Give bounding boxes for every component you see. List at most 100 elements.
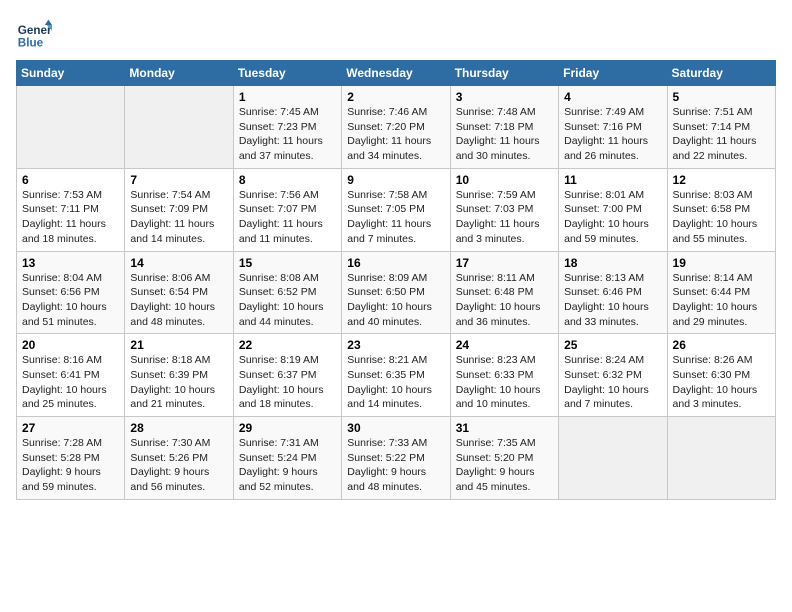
day-info: Sunrise: 8:21 AMSunset: 6:35 PMDaylight:… xyxy=(347,353,444,412)
day-info: Sunrise: 7:33 AMSunset: 5:22 PMDaylight:… xyxy=(347,436,444,495)
calendar-cell: 13Sunrise: 8:04 AMSunset: 6:56 PMDayligh… xyxy=(17,251,125,334)
day-number: 31 xyxy=(456,421,553,435)
calendar-cell: 2Sunrise: 7:46 AMSunset: 7:20 PMDaylight… xyxy=(342,86,450,169)
calendar-cell: 18Sunrise: 8:13 AMSunset: 6:46 PMDayligh… xyxy=(559,251,667,334)
calendar-cell: 5Sunrise: 7:51 AMSunset: 7:14 PMDaylight… xyxy=(667,86,775,169)
day-number: 9 xyxy=(347,173,444,187)
day-number: 25 xyxy=(564,338,661,352)
week-row-2: 6Sunrise: 7:53 AMSunset: 7:11 PMDaylight… xyxy=(17,168,776,251)
calendar-cell: 15Sunrise: 8:08 AMSunset: 6:52 PMDayligh… xyxy=(233,251,341,334)
week-row-1: 1Sunrise: 7:45 AMSunset: 7:23 PMDaylight… xyxy=(17,86,776,169)
day-info: Sunrise: 8:23 AMSunset: 6:33 PMDaylight:… xyxy=(456,353,553,412)
week-row-3: 13Sunrise: 8:04 AMSunset: 6:56 PMDayligh… xyxy=(17,251,776,334)
day-number: 17 xyxy=(456,256,553,270)
calendar-table: SundayMondayTuesdayWednesdayThursdayFrid… xyxy=(16,60,776,500)
day-info: Sunrise: 7:45 AMSunset: 7:23 PMDaylight:… xyxy=(239,105,336,164)
week-row-4: 20Sunrise: 8:16 AMSunset: 6:41 PMDayligh… xyxy=(17,334,776,417)
calendar-cell: 27Sunrise: 7:28 AMSunset: 5:28 PMDayligh… xyxy=(17,417,125,500)
day-info: Sunrise: 8:16 AMSunset: 6:41 PMDaylight:… xyxy=(22,353,119,412)
day-number: 7 xyxy=(130,173,227,187)
calendar-cell: 16Sunrise: 8:09 AMSunset: 6:50 PMDayligh… xyxy=(342,251,450,334)
day-info: Sunrise: 8:09 AMSunset: 6:50 PMDaylight:… xyxy=(347,271,444,330)
day-info: Sunrise: 7:46 AMSunset: 7:20 PMDaylight:… xyxy=(347,105,444,164)
calendar-cell: 17Sunrise: 8:11 AMSunset: 6:48 PMDayligh… xyxy=(450,251,558,334)
week-row-5: 27Sunrise: 7:28 AMSunset: 5:28 PMDayligh… xyxy=(17,417,776,500)
day-info: Sunrise: 7:30 AMSunset: 5:26 PMDaylight:… xyxy=(130,436,227,495)
day-info: Sunrise: 8:11 AMSunset: 6:48 PMDaylight:… xyxy=(456,271,553,330)
day-number: 13 xyxy=(22,256,119,270)
day-number: 10 xyxy=(456,173,553,187)
day-info: Sunrise: 7:35 AMSunset: 5:20 PMDaylight:… xyxy=(456,436,553,495)
day-number: 3 xyxy=(456,90,553,104)
logo: General Blue xyxy=(16,16,52,52)
calendar-cell: 21Sunrise: 8:18 AMSunset: 6:39 PMDayligh… xyxy=(125,334,233,417)
day-number: 11 xyxy=(564,173,661,187)
calendar-cell: 24Sunrise: 8:23 AMSunset: 6:33 PMDayligh… xyxy=(450,334,558,417)
weekday-header-monday: Monday xyxy=(125,61,233,86)
calendar-cell: 29Sunrise: 7:31 AMSunset: 5:24 PMDayligh… xyxy=(233,417,341,500)
svg-text:General: General xyxy=(18,24,52,37)
day-info: Sunrise: 7:48 AMSunset: 7:18 PMDaylight:… xyxy=(456,105,553,164)
day-info: Sunrise: 7:59 AMSunset: 7:03 PMDaylight:… xyxy=(456,188,553,247)
calendar-cell: 3Sunrise: 7:48 AMSunset: 7:18 PMDaylight… xyxy=(450,86,558,169)
day-info: Sunrise: 8:01 AMSunset: 7:00 PMDaylight:… xyxy=(564,188,661,247)
day-info: Sunrise: 7:54 AMSunset: 7:09 PMDaylight:… xyxy=(130,188,227,247)
calendar-cell xyxy=(17,86,125,169)
day-number: 21 xyxy=(130,338,227,352)
calendar-cell: 12Sunrise: 8:03 AMSunset: 6:58 PMDayligh… xyxy=(667,168,775,251)
calendar-cell xyxy=(125,86,233,169)
calendar-cell: 14Sunrise: 8:06 AMSunset: 6:54 PMDayligh… xyxy=(125,251,233,334)
calendar-cell: 19Sunrise: 8:14 AMSunset: 6:44 PMDayligh… xyxy=(667,251,775,334)
calendar-cell: 30Sunrise: 7:33 AMSunset: 5:22 PMDayligh… xyxy=(342,417,450,500)
day-info: Sunrise: 8:24 AMSunset: 6:32 PMDaylight:… xyxy=(564,353,661,412)
day-number: 23 xyxy=(347,338,444,352)
day-info: Sunrise: 8:03 AMSunset: 6:58 PMDaylight:… xyxy=(673,188,770,247)
day-number: 14 xyxy=(130,256,227,270)
day-number: 18 xyxy=(564,256,661,270)
calendar-cell xyxy=(667,417,775,500)
day-number: 15 xyxy=(239,256,336,270)
day-info: Sunrise: 7:31 AMSunset: 5:24 PMDaylight:… xyxy=(239,436,336,495)
day-number: 5 xyxy=(673,90,770,104)
day-number: 24 xyxy=(456,338,553,352)
day-number: 20 xyxy=(22,338,119,352)
calendar-cell: 26Sunrise: 8:26 AMSunset: 6:30 PMDayligh… xyxy=(667,334,775,417)
day-number: 16 xyxy=(347,256,444,270)
day-info: Sunrise: 8:14 AMSunset: 6:44 PMDaylight:… xyxy=(673,271,770,330)
calendar-cell: 23Sunrise: 8:21 AMSunset: 6:35 PMDayligh… xyxy=(342,334,450,417)
weekday-header-friday: Friday xyxy=(559,61,667,86)
calendar-cell: 8Sunrise: 7:56 AMSunset: 7:07 PMDaylight… xyxy=(233,168,341,251)
day-number: 12 xyxy=(673,173,770,187)
page-header: General Blue xyxy=(16,16,776,52)
day-info: Sunrise: 8:08 AMSunset: 6:52 PMDaylight:… xyxy=(239,271,336,330)
day-info: Sunrise: 8:18 AMSunset: 6:39 PMDaylight:… xyxy=(130,353,227,412)
calendar-cell: 1Sunrise: 7:45 AMSunset: 7:23 PMDaylight… xyxy=(233,86,341,169)
day-number: 29 xyxy=(239,421,336,435)
day-number: 2 xyxy=(347,90,444,104)
day-info: Sunrise: 7:58 AMSunset: 7:05 PMDaylight:… xyxy=(347,188,444,247)
calendar-cell: 25Sunrise: 8:24 AMSunset: 6:32 PMDayligh… xyxy=(559,334,667,417)
day-number: 27 xyxy=(22,421,119,435)
day-number: 26 xyxy=(673,338,770,352)
day-info: Sunrise: 7:51 AMSunset: 7:14 PMDaylight:… xyxy=(673,105,770,164)
day-number: 30 xyxy=(347,421,444,435)
day-number: 1 xyxy=(239,90,336,104)
day-number: 19 xyxy=(673,256,770,270)
calendar-cell: 4Sunrise: 7:49 AMSunset: 7:16 PMDaylight… xyxy=(559,86,667,169)
weekday-header-thursday: Thursday xyxy=(450,61,558,86)
weekday-header-sunday: Sunday xyxy=(17,61,125,86)
day-info: Sunrise: 8:19 AMSunset: 6:37 PMDaylight:… xyxy=(239,353,336,412)
calendar-cell: 7Sunrise: 7:54 AMSunset: 7:09 PMDaylight… xyxy=(125,168,233,251)
day-number: 28 xyxy=(130,421,227,435)
day-number: 8 xyxy=(239,173,336,187)
svg-text:Blue: Blue xyxy=(18,37,44,50)
calendar-cell: 31Sunrise: 7:35 AMSunset: 5:20 PMDayligh… xyxy=(450,417,558,500)
day-info: Sunrise: 8:06 AMSunset: 6:54 PMDaylight:… xyxy=(130,271,227,330)
calendar-cell: 11Sunrise: 8:01 AMSunset: 7:00 PMDayligh… xyxy=(559,168,667,251)
calendar-cell: 20Sunrise: 8:16 AMSunset: 6:41 PMDayligh… xyxy=(17,334,125,417)
day-number: 6 xyxy=(22,173,119,187)
weekday-header-wednesday: Wednesday xyxy=(342,61,450,86)
day-info: Sunrise: 7:49 AMSunset: 7:16 PMDaylight:… xyxy=(564,105,661,164)
logo-icon: General Blue xyxy=(16,16,52,52)
weekday-header-row: SundayMondayTuesdayWednesdayThursdayFrid… xyxy=(17,61,776,86)
